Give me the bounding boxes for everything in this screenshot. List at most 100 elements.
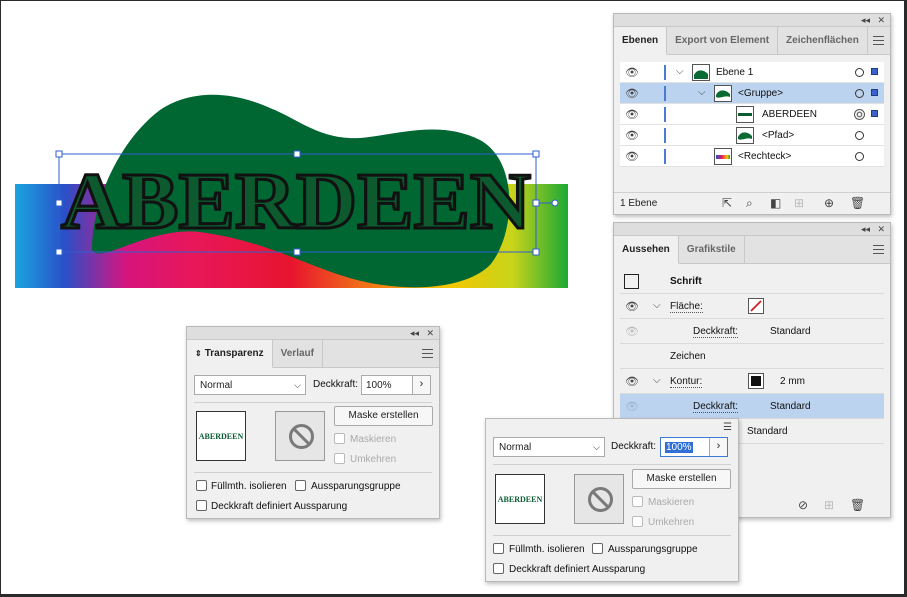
eye-icon[interactable]: 👁 <box>625 300 639 313</box>
isolate-checkbox[interactable] <box>493 543 504 554</box>
chevron-down-icon: ⌵ <box>593 442 600 452</box>
stroke-row[interactable]: 👁 ⌵ Kontur: 2 mm <box>620 369 884 394</box>
chevron-down-icon[interactable]: ⌵ <box>698 87 706 98</box>
transparency-popup: ☰ Normal ⌵ Deckkraft: 100% › ABERDEEN Mask… <box>485 418 739 582</box>
tab-grafikstile[interactable]: Grafikstile <box>679 236 745 263</box>
opacity-input[interactable]: 100% › <box>361 375 431 395</box>
isolate-checkbox[interactable] <box>196 480 207 491</box>
tab-export[interactable]: Export von Element <box>667 27 779 54</box>
mask-thumbnail[interactable] <box>574 474 624 524</box>
layer-color-bar <box>664 149 666 164</box>
blend-mode-select[interactable]: Normal ⌵ <box>194 375 306 395</box>
opacity-value: Standard <box>770 401 811 412</box>
list-options-icon[interactable]: ☰ <box>723 422 732 433</box>
eye-icon[interactable]: 👁 <box>625 375 639 388</box>
fill-row[interactable]: 👁 ⌵ Fläche: <box>620 294 884 319</box>
knockout-checkbox[interactable] <box>295 480 306 491</box>
characters-row[interactable]: Zeichen <box>620 344 884 369</box>
search-icon[interactable]: ⌕ <box>746 197 753 209</box>
eye-icon[interactable]: 👁 <box>625 129 639 142</box>
close-icon[interactable]: ✕ <box>877 15 885 26</box>
make-mask-button[interactable]: Maske erstellen <box>334 406 433 426</box>
layer-row[interactable]: 👁 ⌵ <Gruppe> <box>620 83 884 104</box>
eye-icon[interactable]: 👁 <box>625 400 639 413</box>
appearance-panel-titlebar[interactable]: ◂◂ ✕ <box>614 223 890 236</box>
chevron-down-icon[interactable]: ⌵ <box>653 375 661 386</box>
opacity-label[interactable]: Deckkraft: <box>693 401 739 413</box>
chevron-down-icon[interactable]: ⌵ <box>676 66 684 77</box>
trash-icon[interactable]: 🗑 <box>850 499 865 511</box>
opacity-knockout-checkbox[interactable] <box>196 500 207 511</box>
eye-icon[interactable]: 👁 <box>625 325 639 338</box>
appearance-tabs: Aussehen Grafikstile <box>614 236 890 264</box>
knockout-checkbox[interactable] <box>592 543 603 554</box>
layer-label: ABERDEEN <box>762 109 818 120</box>
target-icon[interactable] <box>855 152 864 161</box>
invert-checkbox[interactable] <box>632 516 643 527</box>
selection-indicator[interactable] <box>871 89 878 96</box>
close-icon[interactable]: ✕ <box>877 224 885 235</box>
selection-indicator[interactable] <box>871 110 878 117</box>
no-mask-icon <box>588 487 613 512</box>
target-icon[interactable] <box>855 68 864 77</box>
knockout-label: Aussparungsgruppe <box>608 544 698 555</box>
appearance-title-row: Schrift <box>620 269 884 294</box>
new-layer-icon[interactable]: ⊕ <box>824 197 834 209</box>
transparency-panel-titlebar[interactable]: ◂◂ ✕ <box>187 327 439 340</box>
opacity-knockout-checkbox[interactable] <box>493 563 504 574</box>
close-icon[interactable]: ✕ <box>426 328 434 339</box>
mask-icon[interactable]: ◧ <box>770 197 781 209</box>
make-mask-button[interactable]: Maske erstellen <box>632 469 731 489</box>
tab-transparenz[interactable]: ⇕ Transparenz <box>187 340 273 368</box>
target-icon[interactable] <box>855 89 864 98</box>
layer-row[interactable]: 👁 <Rechteck> <box>620 146 884 167</box>
opacity-label[interactable]: Deckkraft: <box>693 326 739 338</box>
invert-checkbox[interactable] <box>334 453 345 464</box>
fill-label[interactable]: Fläche: <box>670 301 703 313</box>
export-icon[interactable]: ⇱ <box>722 197 732 209</box>
tab-aussehen[interactable]: Aussehen <box>614 236 679 264</box>
panel-menu-icon[interactable] <box>873 245 884 254</box>
object-thumbnail[interactable]: ABERDEEN <box>196 411 246 461</box>
layer-row[interactable]: 👁 ABERDEEN <box>620 104 884 125</box>
panel-menu-icon[interactable] <box>873 36 884 45</box>
stroke-opacity-row[interactable]: 👁 Deckkraft: Standard <box>620 394 884 419</box>
fill-opacity-row[interactable]: 👁 Deckkraft: Standard <box>620 319 884 344</box>
stroke-swatch-icon[interactable] <box>748 373 764 389</box>
collapse-icon[interactable]: ◂◂ <box>410 328 419 339</box>
target-icon[interactable] <box>855 131 864 140</box>
collapse-icon[interactable]: ◂◂ <box>861 224 870 235</box>
duplicate-item-icon[interactable]: ⊞ <box>824 499 834 511</box>
mask-thumbnail[interactable] <box>275 411 325 461</box>
tab-ebenen[interactable]: Ebenen <box>614 27 668 55</box>
eye-icon[interactable]: 👁 <box>625 108 639 121</box>
tab-verlauf[interactable]: Verlauf <box>273 340 323 367</box>
eye-icon[interactable]: 👁 <box>625 87 639 100</box>
chevron-right-icon[interactable]: › <box>709 438 727 456</box>
object-swatch-icon <box>624 274 639 289</box>
opacity-input[interactable]: 100% › <box>660 437 728 457</box>
stroke-weight[interactable]: 2 mm <box>780 376 805 387</box>
collapse-icon[interactable]: ◂◂ <box>861 15 870 26</box>
layer-label: <Gruppe> <box>738 88 784 99</box>
chevron-right-icon[interactable]: › <box>412 376 430 394</box>
blend-mode-select[interactable]: Normal ⌵ <box>493 437 605 457</box>
fill-none-swatch-icon[interactable] <box>748 298 764 314</box>
layer-row[interactable]: 👁 ⌵ Ebene 1 <box>620 62 884 83</box>
target-appearance-icon[interactable] <box>854 109 865 120</box>
object-thumbnail[interactable]: ABERDEEN <box>495 474 545 524</box>
layer-row[interactable]: 👁 <Pfad> <box>620 125 884 146</box>
tab-zeichenflaechen[interactable]: Zeichenflächen <box>778 27 868 54</box>
trash-icon[interactable]: 🗑 <box>850 197 865 209</box>
panel-menu-icon[interactable] <box>422 349 433 358</box>
chevron-down-icon[interactable]: ⌵ <box>653 300 661 311</box>
eye-icon[interactable]: 👁 <box>625 66 639 79</box>
clip-checkbox[interactable] <box>632 496 643 507</box>
clip-checkbox[interactable] <box>334 433 345 444</box>
new-sublayer-icon[interactable]: ⊞ <box>794 197 804 209</box>
stroke-label[interactable]: Kontur: <box>670 376 703 388</box>
selection-indicator[interactable] <box>871 68 878 75</box>
clear-appearance-icon[interactable]: ⊘ <box>798 499 808 511</box>
eye-icon[interactable]: 👁 <box>625 150 639 163</box>
layers-panel-titlebar[interactable]: ◂◂ ✕ <box>614 14 890 27</box>
